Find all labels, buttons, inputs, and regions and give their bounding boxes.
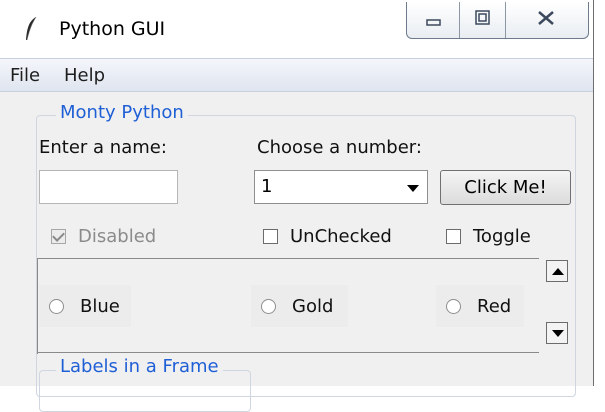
radio-button-icon[interactable]	[446, 298, 461, 314]
number-label: Choose a number:	[257, 137, 422, 158]
arrow-up-icon	[552, 268, 564, 275]
menu-file[interactable]: File	[10, 65, 40, 86]
toggle-checkbox-label: Toggle	[473, 226, 531, 247]
name-entry[interactable]	[39, 170, 178, 204]
number-combobox[interactable]: 1	[254, 170, 428, 204]
maximize-icon	[475, 10, 490, 25]
radio-blue[interactable]: Blue	[39, 285, 131, 327]
window-title: Python GUI	[59, 18, 166, 40]
feather-icon	[26, 16, 37, 41]
app-window: Python GUI File Help Monty Python Enter …	[0, 0, 594, 412]
minimize-icon	[426, 19, 441, 26]
menu-bar: File Help	[0, 58, 593, 92]
unchecked-checkbox[interactable]: UnChecked	[263, 226, 392, 247]
radio-red[interactable]: Red	[436, 285, 524, 327]
checkbox-empty-icon[interactable]	[446, 229, 461, 244]
click-me-button[interactable]: Click Me!	[440, 170, 571, 205]
window-controls	[406, 2, 589, 39]
radio-gold-label: Gold	[292, 295, 334, 317]
unchecked-checkbox-label: UnChecked	[290, 226, 392, 247]
dropdown-arrow-icon[interactable]	[407, 185, 419, 192]
scroll-up-button[interactable]	[546, 260, 568, 282]
disabled-checkbox: Disabled	[51, 226, 156, 247]
radio-button-icon[interactable]	[261, 298, 276, 314]
checkbox-empty-icon[interactable]	[263, 229, 278, 244]
close-button[interactable]	[506, 2, 588, 38]
arrow-down-icon	[552, 330, 564, 337]
maximize-button[interactable]	[460, 2, 506, 38]
scroll-area-bottom-border	[37, 352, 539, 353]
radio-button-icon[interactable]	[49, 298, 64, 314]
radio-red-label: Red	[477, 295, 512, 317]
scroll-down-button[interactable]	[546, 322, 568, 344]
menu-help[interactable]: Help	[64, 65, 105, 86]
labels-frame-title: Labels in a Frame	[56, 356, 223, 377]
vertical-scrollbar[interactable]	[546, 258, 572, 354]
radio-gold[interactable]: Gold	[251, 285, 348, 327]
title-bar[interactable]: Python GUI	[0, 0, 593, 58]
frame-title: Monty Python	[56, 102, 188, 123]
checkbox-checked-icon	[51, 229, 66, 244]
disabled-checkbox-label: Disabled	[78, 226, 157, 247]
number-combobox-value: 1	[261, 176, 273, 197]
close-icon	[538, 11, 554, 25]
minimize-button[interactable]	[407, 2, 460, 38]
radio-blue-label: Blue	[80, 295, 120, 317]
name-label: Enter a name:	[39, 137, 167, 158]
toggle-checkbox[interactable]: Toggle	[446, 226, 531, 247]
